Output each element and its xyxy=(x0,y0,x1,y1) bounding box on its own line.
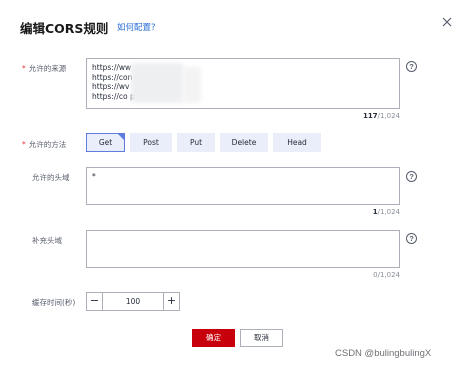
help-icon[interactable]: ? xyxy=(406,61,417,72)
increment-button[interactable]: + xyxy=(163,293,179,310)
allowed-headers-char-counter: 1/1,024 xyxy=(372,208,400,216)
watermark: CSDN @bulingbulingX xyxy=(335,348,432,359)
cache-time-label: 缓存时间(秒) xyxy=(32,298,76,307)
origin-label: * 允许的来源 xyxy=(22,64,67,73)
redaction-blur xyxy=(183,67,201,103)
required-mark: * xyxy=(22,140,26,149)
allowed-headers-value: * xyxy=(92,172,96,181)
method-options: Get Post Put Delete Head xyxy=(86,133,321,152)
cache-time-stepper: − 100 + xyxy=(86,292,180,311)
how-to-configure-link[interactable]: 如何配置? xyxy=(117,21,156,33)
allowed-headers-textarea[interactable]: * xyxy=(86,167,400,205)
confirm-button[interactable]: 确定 xyxy=(192,329,235,347)
required-mark: * xyxy=(22,64,26,73)
method-post-button[interactable]: Post xyxy=(130,133,172,152)
cache-time-input[interactable]: 100 xyxy=(103,293,163,310)
help-icon[interactable]: ? xyxy=(406,171,417,182)
expose-headers-textarea[interactable] xyxy=(86,230,400,268)
cancel-button[interactable]: 取消 xyxy=(240,329,283,347)
origin-char-counter: 117/1,024 xyxy=(362,112,400,120)
method-delete-button[interactable]: Delete xyxy=(220,133,268,152)
expose-headers-label: 补充头域 xyxy=(32,236,62,245)
method-put-button[interactable]: Put xyxy=(177,133,215,152)
dialog-title: 编辑CORS规则 xyxy=(20,21,109,36)
decrement-button[interactable]: − xyxy=(87,293,103,310)
origin-textarea[interactable]: https://ww https://con om https://wv htt… xyxy=(86,58,400,109)
expose-headers-char-counter: 0/1,024 xyxy=(373,271,400,279)
close-icon[interactable] xyxy=(440,14,454,28)
redaction-blur xyxy=(131,63,183,103)
methods-label: * 允许的方法 xyxy=(22,140,67,149)
help-icon[interactable]: ? xyxy=(406,233,417,244)
method-head-button[interactable]: Head xyxy=(273,133,321,152)
method-get-button[interactable]: Get xyxy=(86,133,125,152)
allowed-headers-label: 允许的头域 xyxy=(32,173,70,182)
